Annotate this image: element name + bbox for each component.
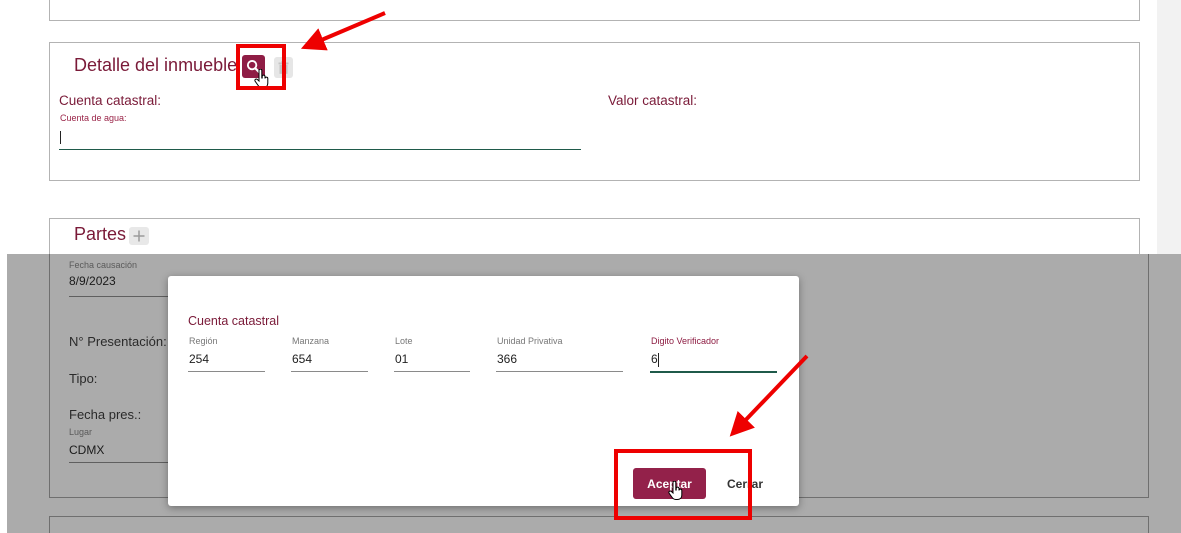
arrow-to-search	[300, 11, 386, 51]
annotation-arrows	[300, 11, 809, 437]
arrow-to-accept	[729, 354, 809, 437]
